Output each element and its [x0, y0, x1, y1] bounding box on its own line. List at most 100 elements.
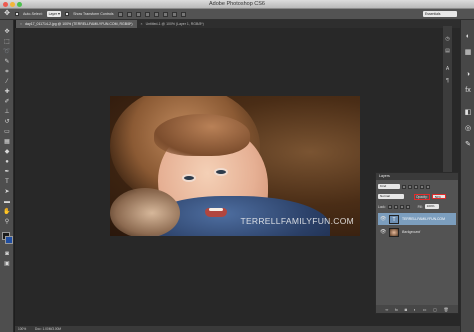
kind-filter-dropdown[interactable]: Kind: [378, 184, 400, 189]
dodge-tool-icon[interactable]: ●: [3, 158, 11, 166]
opacity-field[interactable]: 50%: [431, 194, 446, 199]
hand-tool-icon[interactable]: ✋: [3, 208, 11, 216]
3d-mode-icon[interactable]: [180, 11, 186, 17]
marquee-tool-icon[interactable]: ⬚: [3, 38, 11, 46]
filter-row: Kind: [378, 183, 456, 190]
smart-filter-icon[interactable]: [426, 184, 430, 189]
document-image[interactable]: TERRELLFAMILYFUN.COM: [110, 96, 360, 236]
watermark-text: TERRELLFAMILYFUN.COM: [240, 216, 354, 226]
adjustment-filter-icon[interactable]: [408, 184, 412, 189]
move-tool-icon[interactable]: ✥: [3, 10, 11, 18]
visibility-eye-icon[interactable]: 👁: [380, 216, 386, 222]
fx-icon[interactable]: fx: [395, 307, 398, 312]
character-panel-icon[interactable]: A: [444, 66, 451, 73]
layers-panel-icon[interactable]: ◧: [463, 108, 473, 118]
visibility-eye-icon[interactable]: 👁: [380, 229, 386, 235]
tab-document-1[interactable]: × day17_011714-2.jpg @ 100% (TERRELLFAMIL…: [16, 20, 137, 28]
auto-select-dropdown[interactable]: Layer: [46, 11, 62, 17]
fill-field[interactable]: 100%: [424, 204, 439, 209]
screen-mode-icon[interactable]: ▣: [3, 260, 11, 268]
layer-row-background[interactable]: 👁 Background: [378, 226, 456, 238]
blur-tool-icon[interactable]: ◆: [3, 148, 11, 156]
adjustment-icon[interactable]: ◐: [414, 307, 416, 312]
gradient-tool-icon[interactable]: ▦: [3, 138, 11, 146]
layers-panel-footer: ∞ fx ◙ ◐ ▭ ▢ 🗑: [376, 305, 458, 313]
close-tab-icon[interactable]: ×: [141, 22, 143, 26]
opacity-label: Opacity:: [414, 193, 430, 200]
channels-panel-icon[interactable]: ◎: [463, 124, 473, 134]
mask-icon[interactable]: ◙: [405, 307, 407, 312]
blend-row: Normal Opacity: 50%: [378, 193, 456, 200]
status-bar: 100% Doc: 1.00M/3.00M: [15, 326, 460, 332]
auto-select-label: Auto-Select:: [23, 12, 43, 16]
move-tool-icon[interactable]: ✥: [3, 28, 11, 36]
crop-tool-icon[interactable]: ⌗: [3, 68, 11, 76]
new-layer-icon[interactable]: ▢: [433, 307, 437, 312]
history-brush-tool-icon[interactable]: ↺: [3, 118, 11, 126]
tab-document-2[interactable]: × Untitled-1 @ 100% (Layer 1, RGB/8*): [137, 20, 208, 28]
panel-icon-strip: ◐ ▦ ◑ fx ◧ ◎ ✎: [460, 20, 474, 332]
paragraph-panel-icon[interactable]: ¶: [444, 78, 451, 85]
lock-position-icon[interactable]: [399, 204, 404, 209]
type-tool-icon[interactable]: T: [3, 178, 11, 186]
healing-tool-icon[interactable]: ✚: [3, 88, 11, 96]
brush-tool-icon[interactable]: ✐: [3, 98, 11, 106]
layer-name: Background: [402, 230, 421, 234]
lasso-tool-icon[interactable]: ➰: [3, 48, 11, 56]
adjustments-panel-icon[interactable]: ◑: [463, 70, 473, 80]
options-bar: ✥ Auto-Select: Layer Show Transform Cont…: [0, 9, 474, 20]
properties-panel-icon[interactable]: ▤: [444, 48, 451, 55]
layer-row-text[interactable]: 👁 T TERRELLFAMILYFUN.COM: [378, 213, 456, 225]
pen-tool-icon[interactable]: ✒: [3, 168, 11, 176]
app-title: Adobe Photoshop CS6: [209, 1, 265, 7]
workspace-switcher[interactable]: Essentials: [423, 11, 457, 17]
align-right-icon[interactable]: [162, 11, 168, 17]
paths-panel-icon[interactable]: ✎: [463, 140, 473, 150]
quick-mask-icon[interactable]: ◙: [3, 250, 11, 258]
lock-pixels-icon[interactable]: [393, 204, 398, 209]
blend-mode-dropdown[interactable]: Normal: [378, 194, 404, 199]
type-filter-icon[interactable]: [414, 184, 418, 189]
tools-panel: ✥ ⬚ ➰ ✎ ⌗ ⁄ ✚ ✐ ⊥ ↺ ▭ ▦ ◆ ● ✒ T ➤ ▬ ✋ ⚲ …: [0, 20, 14, 332]
styles-panel-icon[interactable]: fx: [463, 86, 473, 96]
text-layer-thumbnail-icon: T: [389, 214, 399, 224]
pixel-filter-icon[interactable]: [402, 184, 406, 189]
lock-all-icon[interactable]: [405, 204, 410, 209]
photo-teeth: [209, 208, 223, 211]
photo-bangs: [154, 114, 250, 156]
history-panel-icon[interactable]: ◷: [444, 36, 451, 43]
tab-label: day17_011714-2.jpg @ 100% (TERRELLFAMILY…: [25, 22, 133, 26]
swatches-panel-icon[interactable]: ▦: [463, 48, 473, 58]
color-panel-icon[interactable]: ◐: [463, 32, 473, 42]
clone-stamp-tool-icon[interactable]: ⊥: [3, 108, 11, 116]
folder-icon[interactable]: ▭: [423, 307, 427, 312]
lock-transparent-icon[interactable]: [387, 204, 392, 209]
distribute-icon[interactable]: [171, 11, 177, 17]
align-left-icon[interactable]: [144, 11, 150, 17]
quick-select-tool-icon[interactable]: ✎: [3, 58, 11, 66]
title-bar: Adobe Photoshop CS6: [0, 0, 474, 9]
shape-tool-icon[interactable]: ▬: [3, 198, 11, 206]
align-bottom-icon[interactable]: [135, 11, 141, 17]
show-transform-checkbox[interactable]: [65, 12, 70, 16]
layers-panel-title[interactable]: Layers: [376, 173, 458, 180]
lock-label: Lock:: [378, 204, 386, 209]
align-middle-icon[interactable]: [126, 11, 132, 17]
background-color-swatch[interactable]: [5, 236, 13, 244]
auto-select-checkbox[interactable]: [15, 12, 19, 16]
shape-filter-icon[interactable]: [420, 184, 424, 189]
eyedropper-tool-icon[interactable]: ⁄: [3, 78, 11, 86]
close-tab-icon[interactable]: ×: [20, 22, 22, 26]
lock-row: Lock: Fill: 100%: [378, 203, 456, 210]
zoom-level[interactable]: 100%: [18, 327, 26, 331]
photo-fur-collar: [110, 188, 180, 236]
trash-icon[interactable]: 🗑: [444, 307, 449, 312]
zoom-tool-icon[interactable]: ⚲: [3, 218, 11, 226]
align-center-icon[interactable]: [153, 11, 159, 17]
show-transform-label: Show Transform Controls: [73, 12, 114, 16]
link-icon[interactable]: ∞: [385, 307, 388, 312]
path-select-tool-icon[interactable]: ➤: [3, 188, 11, 196]
align-top-icon[interactable]: [117, 11, 123, 17]
fill-label: Fill:: [417, 204, 423, 209]
eraser-tool-icon[interactable]: ▭: [3, 128, 11, 136]
